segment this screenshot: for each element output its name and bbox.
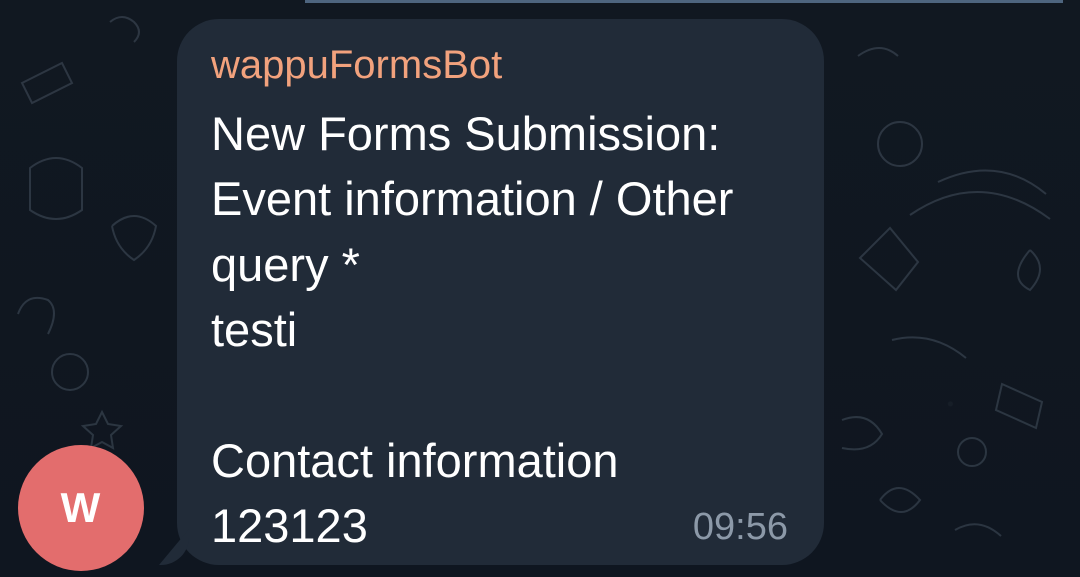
message-time: 09:56 [692, 506, 788, 548]
message-bubble[interactable]: wappuFormsBot New Forms Submission: Even… [177, 19, 824, 565]
avatar-initial: W [60, 484, 102, 531]
sender-name: wappuFormsBot [211, 43, 503, 87]
top-accent-strip [305, 0, 1063, 3]
message-text: New Forms Submission: Event information … [211, 107, 734, 552]
avatar[interactable]: W [18, 445, 144, 571]
